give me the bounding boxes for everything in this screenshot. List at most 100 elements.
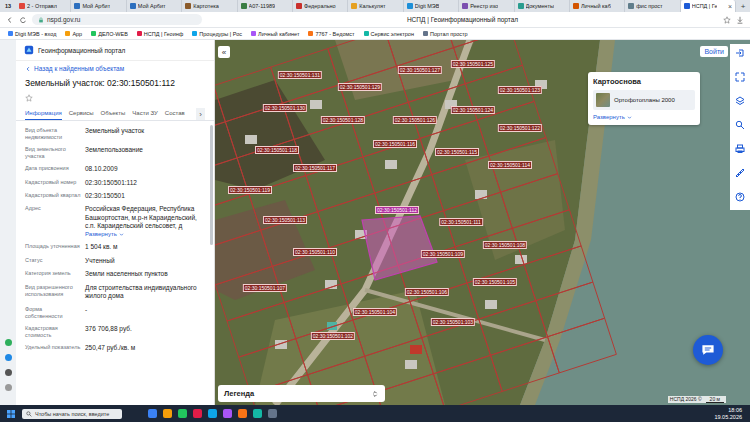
parcel-label[interactable]: 02:30:150501:127 [398,66,442,74]
parcel-label[interactable]: 02:30:150501:104 [353,308,397,316]
panel-tab[interactable]: Состав [165,108,185,120]
taskbar-search[interactable]: Чтобы начать поиск, введите [22,409,122,419]
reload-icon[interactable] [19,16,27,24]
app-icon[interactable] [5,369,12,376]
panel-tab[interactable]: Части ЗУ [132,108,157,120]
bookmark-star-icon[interactable] [723,16,731,24]
parcel-label[interactable]: 02:30:150501:109 [421,250,465,258]
parcel-label[interactable]: 02:30:150501:116 [373,140,417,148]
browser-tab[interactable]: НСПД | Ге × [681,0,736,12]
parcel-label[interactable]: 02:30:150501:122 [498,124,542,132]
panel-tab[interactable]: Сервисы [69,108,94,120]
parcel-label[interactable]: 02:30:150501:110 [293,248,337,256]
taskbar-app-icon[interactable] [163,409,172,418]
parcel-label[interactable]: 02:30:150501:115 [435,148,479,156]
parcel-label[interactable]: 02:30:150501:124 [451,106,495,114]
taskbar-app-icon[interactable] [193,409,202,418]
expand-link[interactable]: Развернуть [85,231,202,239]
login-button[interactable]: Войти [700,46,728,57]
parcel-label[interactable]: 02:30:150501:123 [498,86,542,94]
browser-tab[interactable]: А07-11989 [238,0,293,12]
bookmark[interactable]: Процедуры | Рос [192,31,242,37]
bookmark[interactable]: Портал простр [423,31,468,37]
browser-tab[interactable]: Реестр изо [459,0,514,12]
parcel-label[interactable]: 02:30:150501:119 [228,186,272,194]
tabs-scroll-button[interactable]: › [196,108,205,120]
parcel-label[interactable]: 02:30:150501:117 [293,164,337,172]
browser-tab[interactable]: Мой Арбит [127,0,182,12]
browser-tab[interactable]: Мой Арбит [71,0,126,12]
expand-link[interactable]: Развернуть [593,114,695,120]
portal-logo-icon[interactable] [24,45,34,55]
login-icon[interactable] [735,48,745,58]
bookmark[interactable]: Личный кабинет [251,31,299,37]
layers-icon[interactable] [735,96,745,106]
print-icon[interactable] [735,144,745,154]
bookmark[interactable]: Сервис электрон [364,31,414,37]
browser-tab[interactable]: Картотека [182,0,237,12]
bookmark[interactable]: Digit МЭВ - вход [8,31,56,37]
taskbar-app-icon[interactable] [178,409,187,418]
url-field[interactable]: nspd.gov.ru [32,14,202,25]
parcel-label[interactable]: 02:30:150501:111 [439,218,483,226]
taskbar-app-icon[interactable] [238,409,247,418]
taskbar-app-icon[interactable] [223,409,232,418]
ruler-icon[interactable] [735,168,745,178]
bookmark[interactable]: App [65,31,82,37]
bookmark[interactable]: 7767 - Ведомст [308,31,354,37]
search-icon[interactable] [735,120,745,130]
parcel-label[interactable]: 02:30:150501:102 [311,332,355,340]
taskbar-app-icon[interactable] [148,409,157,418]
download-icon[interactable] [736,16,744,24]
chat-button[interactable] [693,335,723,365]
parcel-label[interactable]: 02:30:150501:118 [255,146,299,154]
app-icon[interactable] [5,354,12,361]
parcel-label[interactable]: 02:30:150501:130 [263,104,307,112]
back-link[interactable]: Назад к найденным объектам [16,61,214,74]
browser-tab[interactable]: Личный каб [570,0,625,12]
help-icon[interactable] [735,192,745,202]
taskbar-app-icon[interactable] [268,409,277,418]
tab-count-badge[interactable]: 13 [0,0,16,12]
close-tab-button[interactable]: × [728,3,732,10]
parcel-label[interactable]: 02:30:150501:112 [375,206,419,214]
map[interactable]: 02:30:150501:131 02:30:150501:129 02:30:15… [215,40,750,405]
collapse-panel-button[interactable]: « [218,46,230,58]
parcel-label[interactable]: 02:30:150501:129 [338,83,382,91]
bookmark[interactable]: НСПД | Геоинф [137,31,183,37]
parcel-label[interactable]: 02:30:150501:113 [263,216,307,224]
parcel-label[interactable]: 02:30:150501:107 [243,284,287,292]
windows-start-icon[interactable] [6,409,16,419]
favicon-icon [518,3,524,9]
taskbar-app-icon[interactable] [208,409,217,418]
fullscreen-icon[interactable] [735,72,745,82]
browser-tab[interactable]: Документы [515,0,570,12]
parcel-label[interactable]: 02:30:150501:103 [431,318,475,326]
scrollbar[interactable] [210,125,213,245]
parcel-label[interactable]: 02:30:150501:106 [405,288,449,296]
settings-icon[interactable] [5,384,12,391]
parcel-label[interactable]: 02:30:150501:114 [488,161,532,169]
bookmark[interactable]: ДЕЛО-WEB [91,31,128,37]
parcel-label[interactable]: 02:30:150501:131 [278,71,322,79]
panel-tab[interactable]: Информация [25,108,62,120]
parcel-label[interactable]: 02:30:150501:126 [393,116,437,124]
parcel-label[interactable]: 02:30:150501:125 [451,60,495,68]
taskbar-clock[interactable]: 18:06 19.05.2026 [714,407,744,419]
browser-tab[interactable]: фис прост [625,0,680,12]
app-icon[interactable] [5,339,12,346]
browser-tab[interactable]: Федерально [293,0,348,12]
taskbar-app-icon[interactable] [253,409,262,418]
new-tab-button[interactable]: + [736,0,750,12]
favorite-star-icon[interactable] [25,94,33,102]
back-arrow-icon[interactable] [6,16,14,24]
browser-tab[interactable]: 2 - Отправл [16,0,71,12]
parcel-label[interactable]: 02:30:150501:128 [321,116,365,124]
basemap-layer[interactable]: Ортофотопланы 2000 [593,90,695,110]
panel-tab[interactable]: Объекты [101,108,126,120]
browser-tab[interactable]: Калькулят [348,0,403,12]
parcel-label[interactable]: 02:30:150501:108 [483,241,527,249]
parcel-label[interactable]: 02:30:150501:105 [473,278,517,286]
legend-dropdown[interactable]: Легенда [218,385,385,402]
browser-tab[interactable]: Digit МЭВ [404,0,459,12]
